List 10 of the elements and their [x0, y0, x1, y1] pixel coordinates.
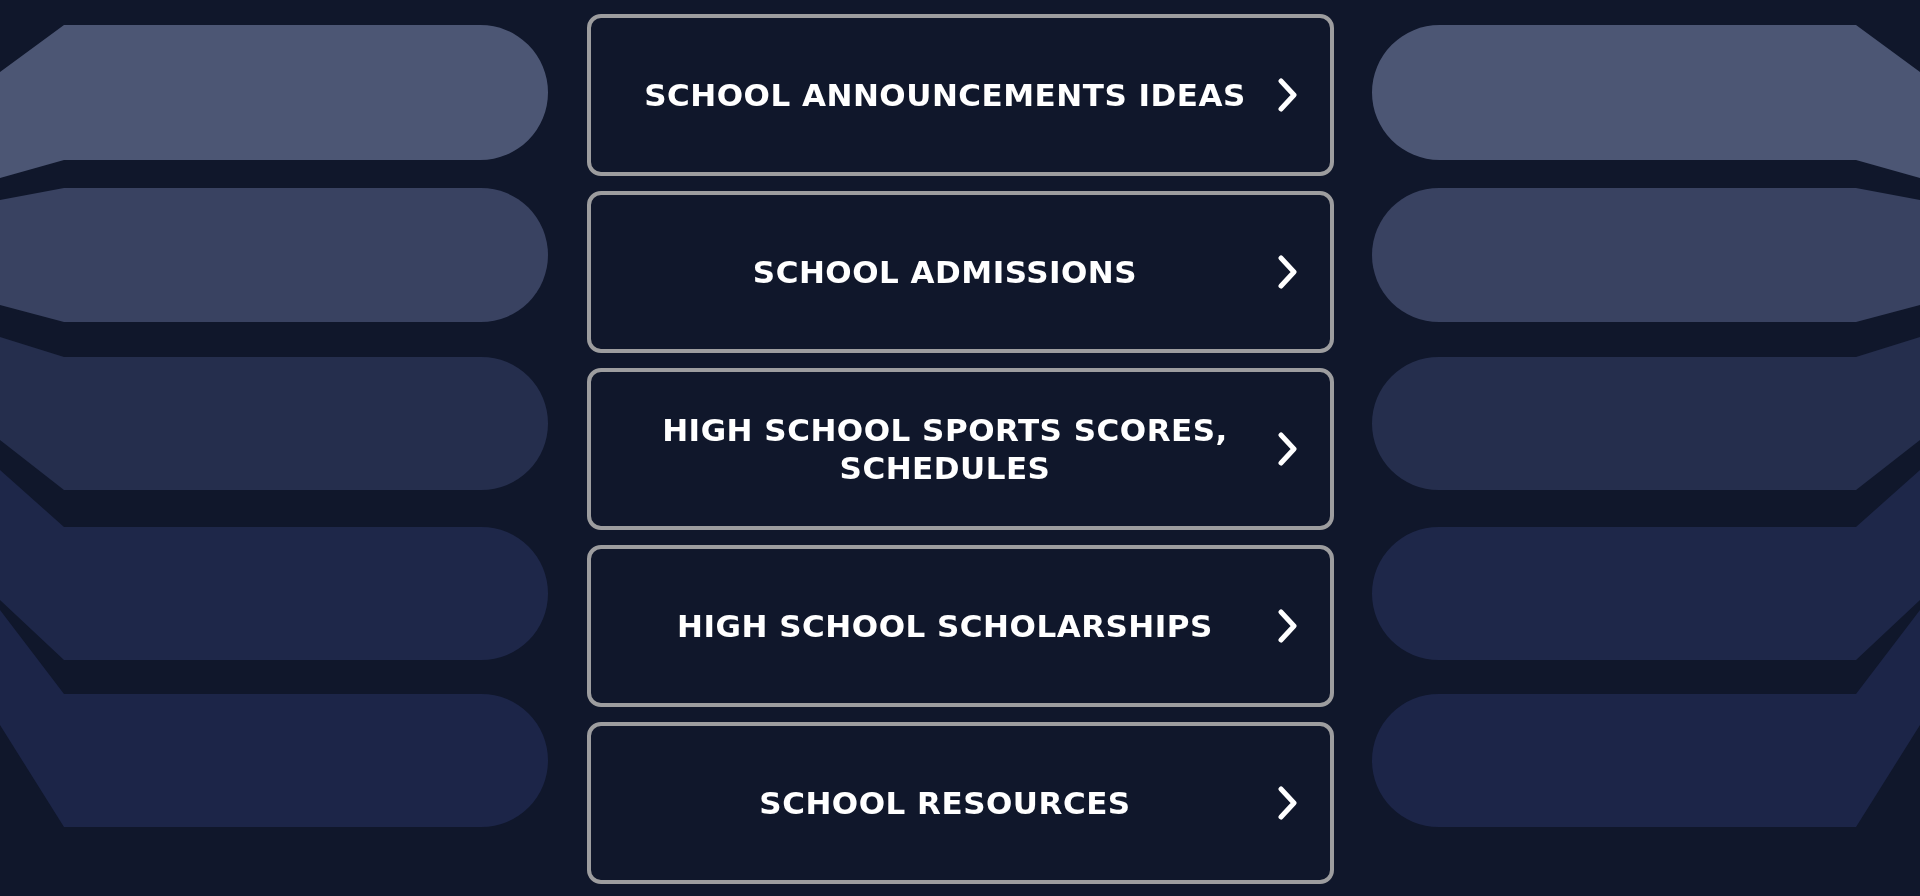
link-button[interactable]: SCHOOL ADMISSIONS [586, 191, 1334, 353]
link-button[interactable]: SCHOOL RESOURCES [586, 722, 1334, 884]
link-button[interactable]: SCHOOL ANNOUNCEMENTS IDEAS [586, 14, 1334, 176]
chevron-right-icon [1277, 609, 1298, 643]
chevron-right-icon [1277, 78, 1298, 112]
link-button[interactable]: HIGH SCHOOL SCHOLARSHIPS [586, 545, 1334, 707]
chevron-right-icon [1277, 255, 1298, 289]
chevron-right-icon [1277, 432, 1298, 466]
link-button[interactable]: HIGH SCHOOL SPORTS SCORES, SCHEDULES [586, 368, 1334, 530]
chevron-right-icon [1277, 786, 1298, 820]
